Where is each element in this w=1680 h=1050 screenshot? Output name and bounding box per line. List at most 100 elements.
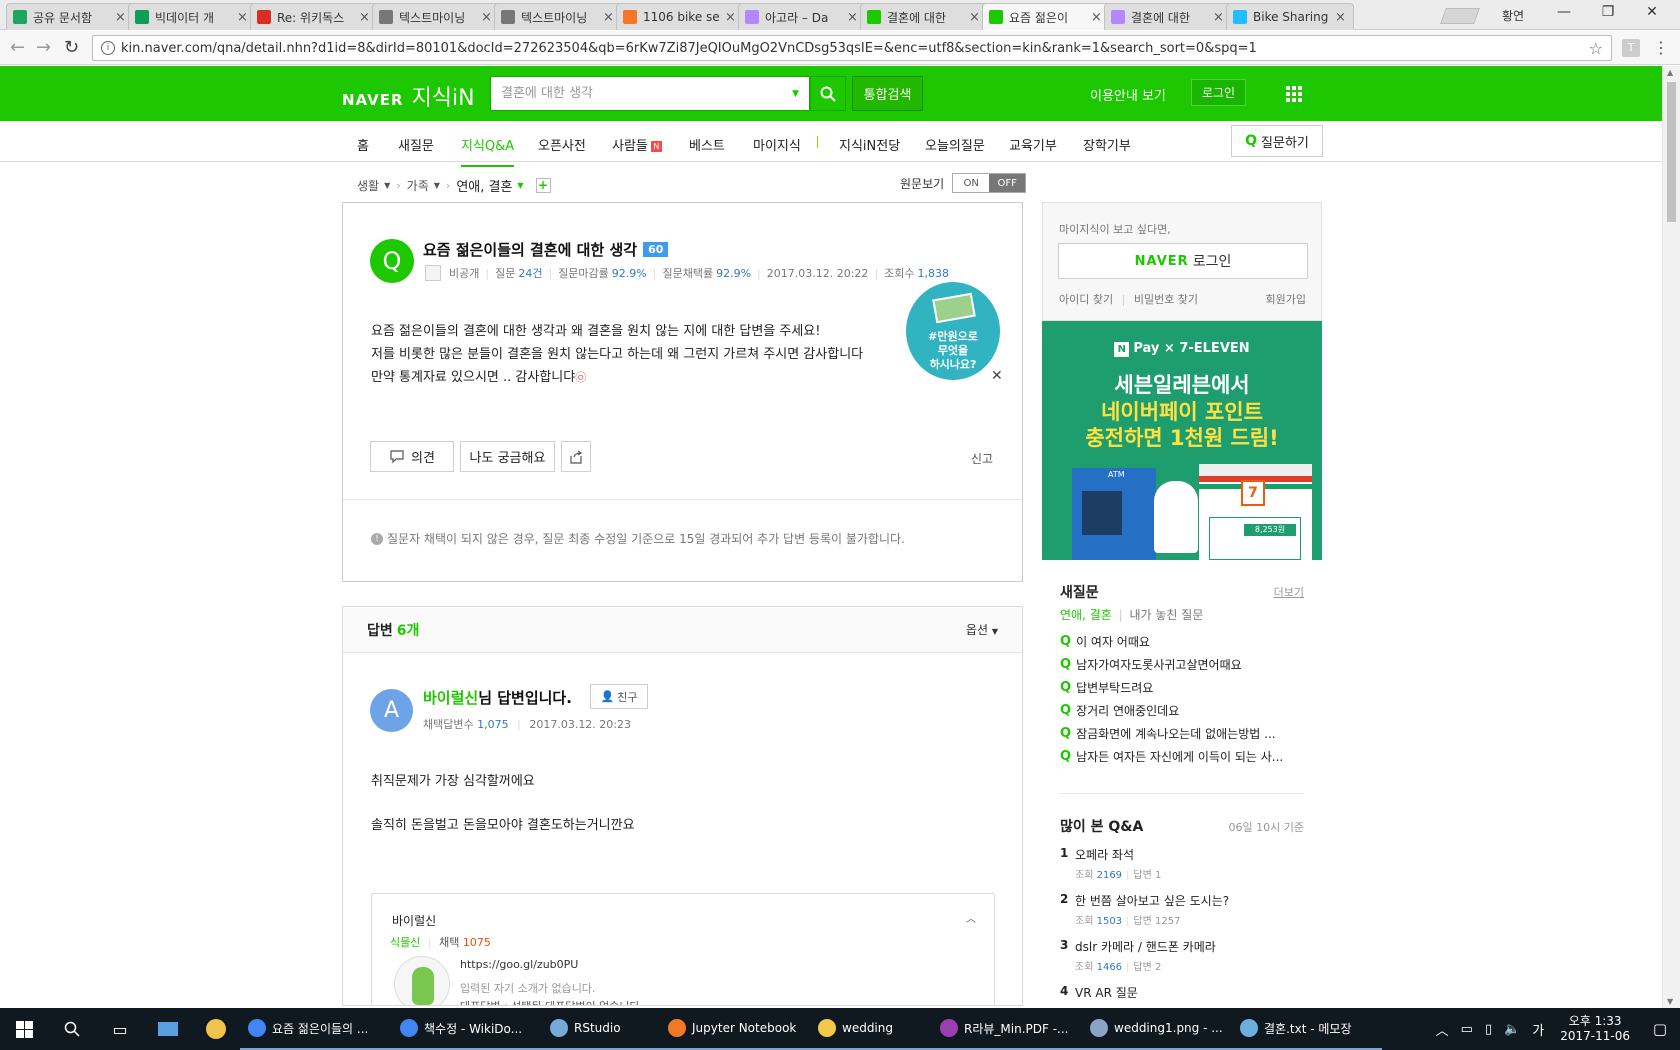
list-item-title[interactable]: VR AR 질문: [1075, 984, 1138, 1001]
nav-qna[interactable]: 지식Q&A: [461, 135, 515, 167]
join-link[interactable]: 회원가입: [1266, 291, 1306, 307]
taskbar-app[interactable]: 책수정 - WikiDo...: [392, 1008, 542, 1050]
list-item-title[interactable]: dslr 카메라 / 핸드폰 카메라: [1075, 938, 1216, 955]
breadcrumb-item-life[interactable]: 생활 ▼: [357, 177, 390, 194]
browser-tab[interactable]: 1106 bike se ×: [616, 3, 744, 30]
close-icon[interactable]: ×: [481, 10, 493, 25]
nav-today-question[interactable]: 오늘의질문: [925, 135, 985, 154]
list-item[interactable]: 2 한 번쯤 살아보고 싶은 도시는? 조회 1503 | 답변 1257: [1060, 892, 1304, 938]
search-button[interactable]: [810, 76, 846, 111]
list-item-title[interactable]: 오페라 좌석: [1075, 846, 1134, 863]
list-item[interactable]: Q 이 여자 어때요: [1060, 630, 1304, 653]
taskbar-app[interactable]: Jupyter Notebook: [660, 1008, 810, 1050]
scroll-up-icon[interactable]: ▲: [1667, 68, 1673, 77]
naver-logo[interactable]: NAVER: [342, 91, 404, 109]
close-icon[interactable]: ×: [1335, 10, 1347, 25]
taskbar-app[interactable]: wedding1.png - ...: [1082, 1008, 1232, 1050]
nav-open-dictionary[interactable]: 오픈사전: [538, 135, 586, 154]
list-item[interactable]: 4 VR AR 질문: [1060, 984, 1304, 1006]
nav-home[interactable]: 홈: [357, 135, 369, 154]
restore-icon[interactable]: ❐: [1588, 4, 1628, 20]
browser-profile-name[interactable]: 황연: [1502, 7, 1524, 24]
breadcrumb-item-dating-marriage[interactable]: 연애, 결혼 ▼: [456, 176, 523, 195]
toggle-off[interactable]: OFF: [989, 174, 1026, 192]
options-dropdown[interactable]: 옵션 ▼: [966, 621, 998, 638]
taskbar-app[interactable]: 요즘 젊은이들의 ...: [240, 1008, 392, 1050]
list-item[interactable]: Q 답변부탁드려요: [1060, 676, 1304, 699]
me-too-button[interactable]: 나도 궁금해요: [460, 441, 555, 472]
unified-search-button[interactable]: 통합검색: [852, 76, 923, 111]
list-item-title[interactable]: 한 번쯤 살아보고 싶은 도시는?: [1075, 892, 1229, 909]
nav-education-donation[interactable]: 교육기부: [1009, 135, 1057, 154]
profile-link[interactable]: https://goo.gl/zub0PU: [460, 958, 578, 971]
list-item[interactable]: 1 오페라 좌석 조회 2169 | 답변 1: [1060, 846, 1304, 892]
search-input[interactable]: [501, 86, 793, 101]
toggle-on[interactable]: ON: [953, 174, 990, 192]
browser-tab[interactable]: 요즘 젊은이 ×: [982, 3, 1110, 30]
url-text[interactable]: kin.naver.com/qna/detail.nhn?d1id=8&dirI…: [121, 41, 1589, 56]
list-item[interactable]: Q 장거리 연애중인데요: [1060, 699, 1304, 722]
list-item-title[interactable]: 장거리 연애중인데요: [1076, 702, 1179, 719]
nav-people-label[interactable]: 사람들: [612, 139, 648, 154]
close-icon[interactable]: ×: [847, 10, 859, 25]
browser-tab[interactable]: 결혼에 대한 ×: [860, 3, 988, 30]
close-icon[interactable]: ×: [1091, 10, 1103, 25]
ad-bubble[interactable]: #만원으로 무엇을 하시나요?: [906, 282, 1000, 380]
close-icon[interactable]: ×: [237, 10, 249, 25]
bookmark-star-icon[interactable]: ☆: [1589, 39, 1603, 58]
more-link[interactable]: 더보기: [1274, 584, 1304, 600]
close-icon[interactable]: ×: [725, 10, 737, 25]
browser-tab[interactable]: Re: 위키독스 ×: [250, 3, 378, 30]
reload-icon[interactable]: ↻: [64, 37, 79, 58]
list-item-title[interactable]: 남자가여자도롯사귀고살면어때요: [1076, 656, 1242, 673]
guide-link[interactable]: 이용안내 보기: [1090, 85, 1166, 104]
report-link[interactable]: 신고: [971, 450, 993, 467]
list-item[interactable]: Q 잠금화면에 계속나오는데 없애는방법 ...: [1060, 722, 1304, 745]
scrollbar-thumb[interactable]: [1667, 82, 1676, 222]
taskbar-app[interactable]: R라뷰_Min.PDF -...: [932, 1008, 1082, 1050]
browser-tab[interactable]: 빅데이터 개 ×: [128, 3, 256, 30]
pinned-app-icon[interactable]: [144, 1008, 192, 1050]
answerer-nickname[interactable]: 바이럴신: [423, 689, 478, 707]
close-icon[interactable]: ×: [115, 10, 127, 25]
collapse-icon[interactable]: ︿: [966, 910, 976, 925]
extension-icon[interactable]: T: [1622, 39, 1640, 57]
add-friend-button[interactable]: 👤 친구: [590, 684, 648, 709]
header-login-button[interactable]: 로그인: [1191, 79, 1246, 106]
close-window-icon[interactable]: ✕: [1632, 4, 1672, 20]
find-id-link[interactable]: 아이디 찾기: [1059, 293, 1113, 306]
search-dropdown-icon[interactable]: ▼: [792, 89, 799, 99]
list-item[interactable]: 3 dslr 카메라 / 핸드폰 카메라 조회 1466 | 답변 2: [1060, 938, 1304, 984]
ime-indicator[interactable]: 가: [1532, 1020, 1544, 1039]
avatar[interactable]: A: [370, 689, 413, 732]
ask-question-button[interactable]: Q 질문하기: [1231, 125, 1323, 157]
browser-tab[interactable]: 아고라 – Da ×: [738, 3, 866, 30]
close-icon[interactable]: ×: [969, 10, 981, 25]
taskbar-app[interactable]: wedding: [810, 1008, 932, 1050]
nav-my-knowledge[interactable]: 마이지식: [753, 135, 801, 154]
opinion-button[interactable]: 의견: [370, 441, 454, 472]
battery-icon[interactable]: ▯: [1485, 1022, 1492, 1037]
back-icon[interactable]: ←: [10, 37, 25, 58]
task-view-icon[interactable]: ▭: [96, 1008, 144, 1050]
list-item-title[interactable]: 남자든 여자든 자신에게 이득이 되는 사...: [1076, 748, 1283, 765]
close-icon[interactable]: ×: [1213, 10, 1225, 25]
share-button[interactable]: [561, 441, 591, 472]
url-field[interactable]: i kin.naver.com/qna/detail.nhn?d1id=8&di…: [92, 35, 1612, 61]
browser-tab[interactable]: 텍스트마이닝 ×: [372, 3, 500, 30]
kin-logo[interactable]: 지식iN: [412, 80, 475, 112]
list-item-title[interactable]: 이 여자 어때요: [1076, 633, 1150, 650]
nav-hall-of-fame[interactable]: 지식iN전당: [839, 135, 900, 154]
start-button[interactable]: [0, 1008, 48, 1050]
close-icon[interactable]: ✕: [991, 368, 1003, 384]
scroll-down-icon[interactable]: ▼: [1667, 997, 1673, 1006]
clock[interactable]: 오후 1:33 2017-11-06: [1560, 1014, 1630, 1044]
minimize-icon[interactable]: —: [1544, 4, 1584, 20]
search-icon[interactable]: [48, 1008, 96, 1050]
list-item[interactable]: Q 남자가여자도롯사귀고살면어때요: [1060, 653, 1304, 676]
apps-grid-icon[interactable]: [1286, 86, 1302, 102]
add-category-icon[interactable]: +: [535, 178, 551, 193]
list-item-title[interactable]: 잠금화면에 계속나오는데 없애는방법 ...: [1076, 725, 1276, 742]
nav-new-questions[interactable]: 새질문: [398, 135, 434, 154]
forward-icon[interactable]: →: [36, 37, 51, 58]
